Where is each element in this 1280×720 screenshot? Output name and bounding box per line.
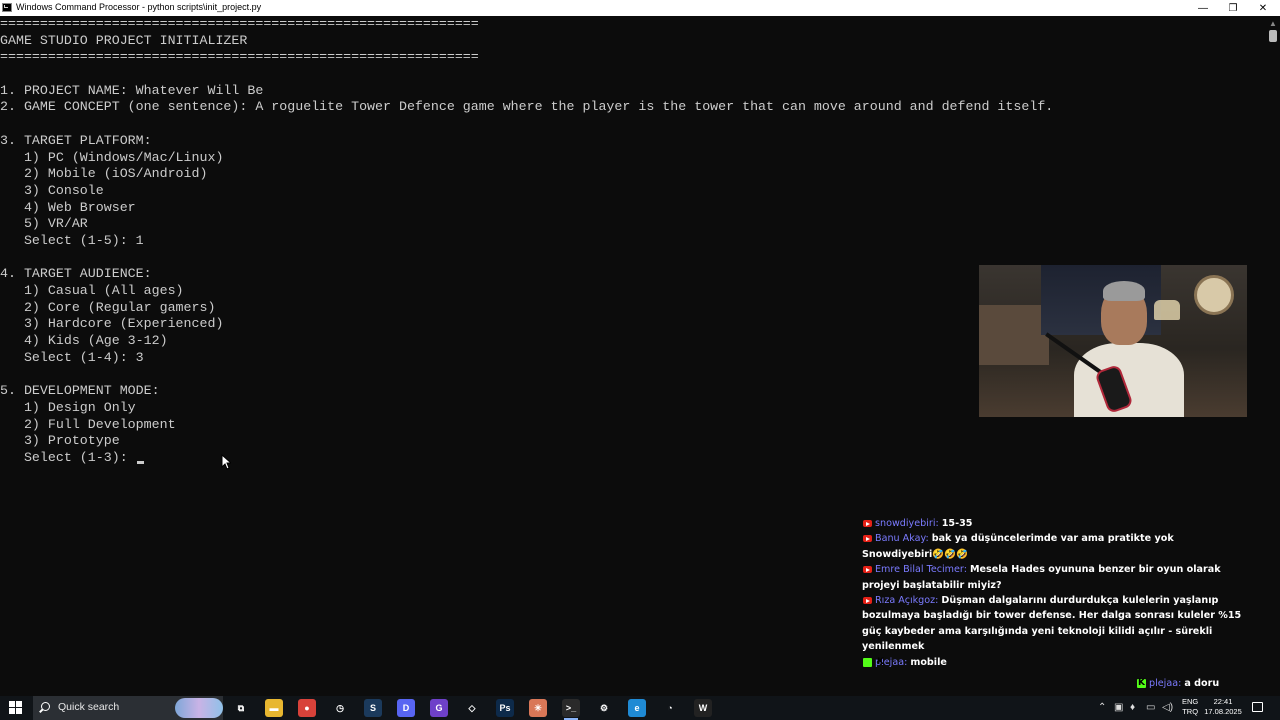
chat-message: plejaa:a doru <box>1136 676 1280 691</box>
restore-button[interactable]: ❐ <box>1217 0 1249 16</box>
chat-message: Rıza Açıkgoz: Düşman dalgalarını durdurdu… <box>862 593 1242 655</box>
terminal-line: 2) Full Development <box>0 416 176 432</box>
minimize-button[interactable]: — <box>1187 0 1219 16</box>
history-icon[interactable]: ◔ <box>661 699 679 717</box>
taskbar: Quick search ⧉ ▬ ● ◷ S D G ◇ Ps ✳ >_ ⚙ e ◔ W ⌃ ▣ ♦ ▭ ◁… <box>0 696 1280 720</box>
terminal-line: 1) Design Only <box>0 399 136 415</box>
capcut-icon[interactable]: W <box>694 699 712 717</box>
chat-message: Banu Akay: bak ya düşüncelerimde var ama … <box>862 531 1242 562</box>
search-box[interactable]: Quick search <box>33 696 223 720</box>
file-explorer-icon[interactable]: ▬ <box>265 699 283 717</box>
webcam-shelf <box>979 305 1049 365</box>
terminal-lines: ========================================… <box>0 16 1053 467</box>
webcam-overlay <box>979 265 1247 417</box>
clock-app-icon[interactable]: ◷ <box>331 699 349 717</box>
chat-username: Emre Bilal Tecimer: <box>875 564 967 576</box>
chat-text: 15-35 <box>941 518 973 529</box>
chat-message: snowdiyebiri: 15-35 <box>862 516 1242 531</box>
terminal-line: 3. TARGET PLATFORM: <box>0 132 152 148</box>
github-icon[interactable]: G <box>430 699 448 717</box>
chat-username: snowdiyebiri: <box>875 518 939 529</box>
terminal-line: 5. DEVELOPMENT MODE: <box>0 383 160 399</box>
terminal-line: 4. TARGET AUDIENCE: <box>0 266 152 282</box>
notification-icon[interactable] <box>1252 702 1263 712</box>
terminal-line: 4) Kids (Age 3-12) <box>0 333 168 349</box>
terminal-line: 4) Web Browser <box>0 199 136 215</box>
terminal-line: Select (1-4): 3 <box>0 349 144 365</box>
tray-app-icon[interactable]: ▣ <box>1114 702 1123 713</box>
chat-username: Rıza Açıkgoz: <box>875 595 939 607</box>
steam-icon[interactable]: S <box>364 699 382 717</box>
edge-icon[interactable]: e <box>628 699 646 717</box>
kick-icon <box>1137 676 1146 691</box>
language-bottom: TRQ <box>1182 707 1199 716</box>
chrome-icon[interactable]: ● <box>298 699 316 717</box>
volume-icon[interactable]: ◁) <box>1162 702 1173 713</box>
search-label: Quick search <box>58 701 120 713</box>
terminal-line: 5) VR/AR <box>0 216 88 232</box>
terminal-line: Select (1-5): 1 <box>0 232 144 248</box>
terminal-line: 3) Prototype <box>0 433 120 449</box>
scroll-up-icon[interactable]: ▲ <box>1269 19 1277 28</box>
discord-icon[interactable]: D <box>397 699 415 717</box>
youtube-icon <box>863 597 872 605</box>
settings-icon[interactable]: ⚙ <box>595 699 613 717</box>
clock[interactable]: 22:41 17.08.2025 <box>1203 697 1243 717</box>
close-button[interactable]: ✕ <box>1247 0 1279 16</box>
terminal-icon[interactable]: >_ <box>562 699 580 720</box>
webcam-lamp <box>1154 300 1180 320</box>
network-icon[interactable]: ▭ <box>1146 702 1155 713</box>
chat-message: Emre Bilal Tecimer: Mesela Hades oyununa … <box>862 562 1242 593</box>
terminal-line: 2) Core (Regular gamers) <box>0 299 216 315</box>
terminal-line: ========================================… <box>0 49 479 65</box>
unity-icon[interactable]: ◇ <box>463 699 481 717</box>
tray-overflow-icon[interactable]: ⌃ <box>1098 702 1106 713</box>
mouse-pointer-icon <box>221 454 231 470</box>
cmd-icon <box>2 3 12 12</box>
webcam-mirror <box>1194 275 1234 315</box>
chat-username: Banu Akay: <box>875 533 929 545</box>
search-highlight-image <box>175 698 223 718</box>
task-view-icon[interactable]: ⧉ <box>232 699 250 717</box>
vertical-scrollbar[interactable]: ▲ <box>1266 16 1280 696</box>
chat-text: mobile <box>910 656 947 668</box>
terminal-line: 1) Casual (All ages) <box>0 283 184 298</box>
microphone-tray-icon[interactable]: ♦ <box>1130 702 1135 713</box>
search-icon <box>41 702 50 711</box>
terminal-line: ========================================… <box>0 16 479 31</box>
windows-start-icon[interactable] <box>9 701 23 715</box>
youtube-icon <box>863 520 872 527</box>
terminal-line: 1. PROJECT NAME: Whatever Will Be <box>0 82 264 98</box>
chat-text: a doru <box>1184 678 1220 689</box>
terminal-line: 2. GAME CONCEPT (one sentence): A roguel… <box>0 99 1054 115</box>
terminal-line: GAME STUDIO PROJECT INITIALIZER <box>0 32 248 48</box>
terminal-line: 1) PC (Windows/Mac/Linux) <box>0 149 224 165</box>
chat-overlay: snowdiyebiri: 15-35 Banu Akay: bak ya düşün… <box>862 516 1242 691</box>
youtube-icon <box>863 566 872 574</box>
webcam-person-hair <box>1103 281 1145 301</box>
clock-date: 17.08.2025 <box>1204 707 1242 716</box>
text-cursor <box>137 461 144 464</box>
chat-username: plejaa: <box>1149 678 1182 689</box>
chat-message: plejaa:mobile <box>862 655 1242 670</box>
window-title: Windows Command Processor - python scrip… <box>16 2 262 12</box>
clock-time: 22:41 <box>1213 697 1233 706</box>
photoshop-icon[interactable]: Ps <box>496 699 514 717</box>
terminal-line: 3) Hardcore (Experienced) <box>0 316 224 332</box>
youtube-icon <box>863 535 872 543</box>
language-indicator[interactable]: ENG TRQ <box>1182 697 1198 717</box>
scrollbar-thumb[interactable] <box>1269 30 1277 42</box>
terminal-line: Select (1-3): <box>0 449 136 465</box>
title-bar: Windows Command Processor - python scrip… <box>0 0 1280 16</box>
terminal-line: 3) Console <box>0 182 104 198</box>
language-top: ENG <box>1182 697 1199 706</box>
claude-icon[interactable]: ✳ <box>529 699 547 717</box>
terminal-line: 2) Mobile (iOS/Android) <box>0 166 208 182</box>
kick-icon <box>863 655 884 670</box>
